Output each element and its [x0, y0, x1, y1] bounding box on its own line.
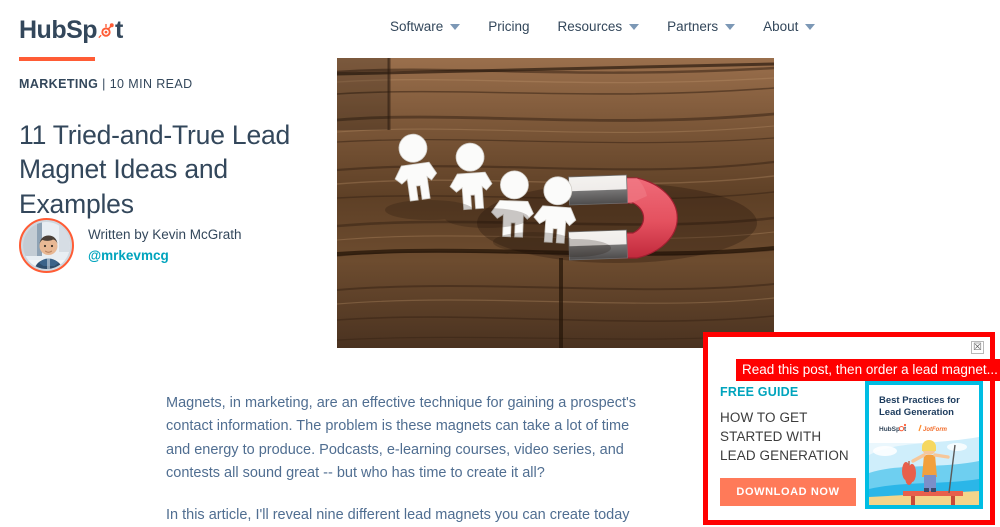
logo-underline-rule — [19, 57, 95, 61]
author-handle-link[interactable]: @mrkevmcg — [88, 246, 242, 267]
nav-label-resources: Resources — [557, 19, 623, 34]
logo-text-after: t — [115, 16, 123, 44]
nav-item-partners[interactable]: Partners — [667, 19, 736, 34]
cta-eyebrow: FREE GUIDE — [720, 385, 799, 399]
nav-label-software: Software — [390, 19, 444, 34]
nav-label-partners: Partners — [667, 19, 719, 34]
lead-magnet-cta-popup: ☒ Read this post, then order a lead magn… — [703, 332, 1000, 525]
article-body: Magnets, in marketing, are an effective … — [166, 392, 636, 527]
hubspot-logo[interactable]: HubSp t — [19, 18, 123, 43]
svg-text:JotForm: JotForm — [923, 427, 948, 433]
main-navigation: Software Pricing Resources Partners Abou… — [390, 19, 816, 34]
article-paragraph-1: Magnets, in marketing, are an effective … — [166, 395, 636, 482]
nav-label-pricing: Pricing — [488, 19, 530, 34]
article-category[interactable]: MARKETING — [19, 77, 98, 91]
nav-item-about[interactable]: About — [763, 19, 816, 34]
close-icon[interactable]: ☒ — [971, 341, 984, 354]
article-read-time: | 10 MIN READ — [98, 77, 193, 91]
chevron-down-icon — [450, 23, 461, 30]
site-header: HubSp t Software Pricing Resources Partne… — [0, 0, 1000, 61]
cta-inner: ☒ Read this post, then order a lead magn… — [708, 337, 1000, 520]
author-name: Written by Kevin McGrath — [88, 226, 242, 242]
chevron-down-icon — [725, 23, 736, 30]
cta-heading: HOW TO GET STARTED WITH LEAD GENERATION — [720, 410, 849, 464]
nav-item-software[interactable]: Software — [390, 19, 461, 34]
logo-wordmark: HubSp t — [19, 18, 123, 43]
nav-label-about: About — [763, 19, 799, 34]
nav-item-resources[interactable]: Resources — [558, 19, 640, 34]
logo-text-before: HubSp — [19, 16, 98, 44]
article-meta: MARKETING | 10 MIN READ — [19, 77, 193, 91]
thumb-title-line-1: Best Practices for — [879, 395, 960, 406]
svg-text:HubSp: HubSp — [879, 426, 900, 433]
thumb-title-line-2: Lead Generation — [879, 407, 954, 418]
cta-copy-block: FREE GUIDE HOW TO GET STARTED WITH LEAD … — [720, 385, 860, 465]
hubspot-sprocket-icon — [97, 22, 115, 40]
cta-alert-banner: Read this post, then order a lead magnet… — [736, 359, 1000, 381]
author-byline: Written by Kevin McGrath @mrkevmcg — [19, 218, 242, 273]
avatar — [19, 218, 74, 273]
avatar-photo — [23, 222, 70, 269]
download-now-button[interactable]: DOWNLOAD NOW — [720, 478, 856, 506]
article-paragraph-2: In this article, I'll reveal nine differ… — [166, 506, 630, 523]
guide-thumbnail[interactable]: Best Practices for Lead Generation HubSp… — [865, 381, 983, 509]
chevron-down-icon — [805, 23, 816, 30]
blog-post-page: HubSp t Software Pricing Resources Partne… — [0, 0, 1000, 527]
byline-text: Written by Kevin McGrath @mrkevmcg — [88, 225, 242, 267]
nav-item-pricing[interactable]: Pricing — [488, 19, 529, 34]
hero-image — [337, 58, 774, 348]
chevron-down-icon — [629, 23, 640, 30]
page-title: 11 Tried-and-True Lead Magnet Ideas and … — [19, 120, 291, 219]
